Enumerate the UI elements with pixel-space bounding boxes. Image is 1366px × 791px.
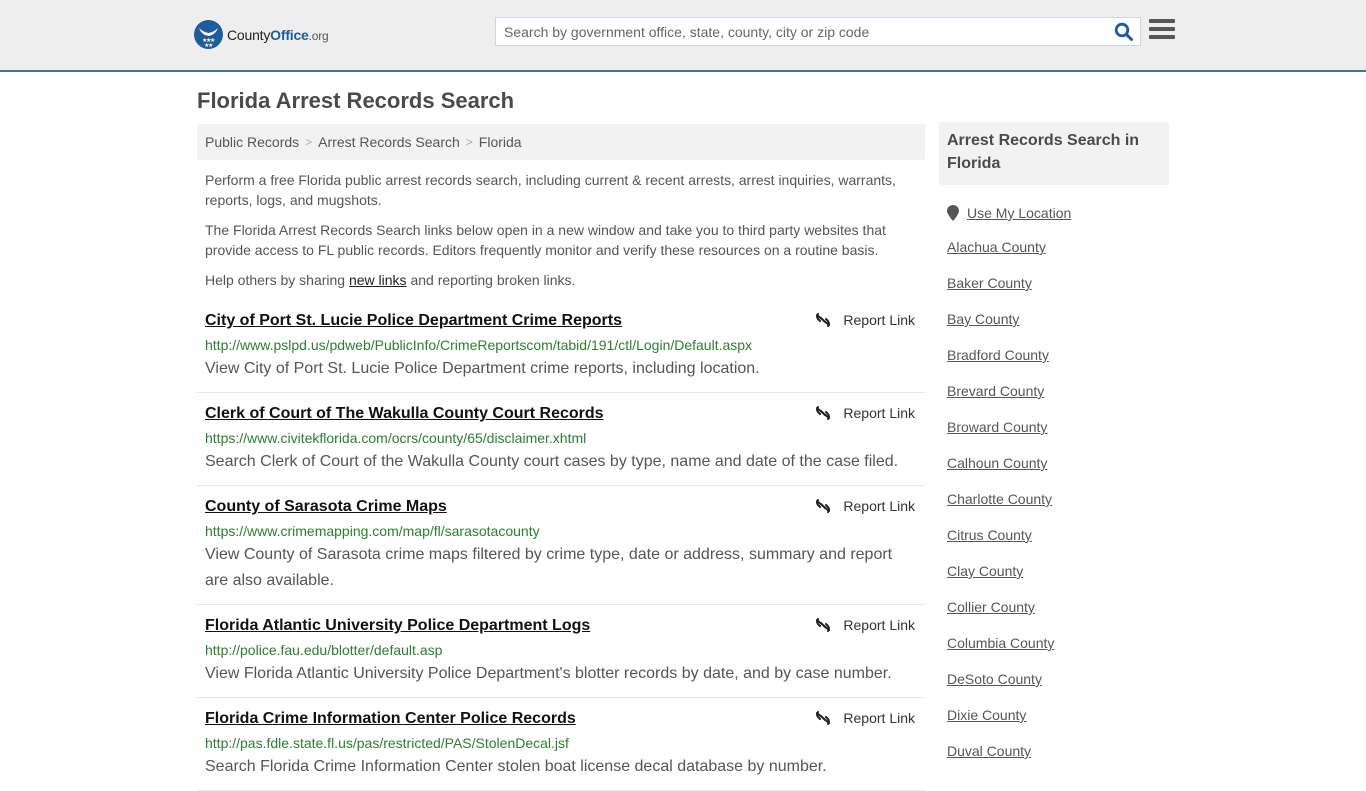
- site-logo[interactable]: ★ ★ ★ ★ ★ CountyOffice.org: [194, 20, 329, 49]
- county-link[interactable]: Baker County: [947, 275, 1169, 295]
- county-link[interactable]: Broward County: [947, 419, 1169, 439]
- breadcrumb-separator: >: [465, 135, 473, 149]
- report-link-button[interactable]: Report Link: [815, 617, 915, 633]
- menu-bar-icon: [1149, 27, 1175, 31]
- intro-p3-prefix: Help others by sharing: [205, 272, 349, 288]
- site-header: ★ ★ ★ ★ ★ CountyOffice.org: [0, 0, 1366, 72]
- use-my-location: Use My Location: [947, 203, 1169, 223]
- county-link[interactable]: Brevard County: [947, 383, 1169, 403]
- search-icon: [1114, 22, 1133, 41]
- county-link[interactable]: Bradford County: [947, 347, 1169, 367]
- county-link[interactable]: Collier County: [947, 599, 1169, 619]
- report-link-button[interactable]: Report Link: [815, 312, 915, 328]
- results-list: City of Port St. Lucie Police Department…: [197, 300, 925, 791]
- logo-office-text: Office: [270, 26, 309, 43]
- county-link[interactable]: Clay County: [947, 563, 1169, 583]
- report-link-label: Report Link: [843, 498, 915, 514]
- report-link-label: Report Link: [843, 405, 915, 421]
- county-link[interactable]: Duval County: [947, 743, 1169, 763]
- sidebar-title: Arrest Records Search in Florida: [939, 122, 1169, 185]
- report-link-button[interactable]: Report Link: [815, 405, 915, 421]
- logo-county-text: County: [227, 26, 271, 43]
- search-button[interactable]: [1108, 18, 1140, 45]
- breadcrumb-public-records[interactable]: Public Records: [205, 134, 299, 150]
- breadcrumb: Public Records > Arrest Records Search >…: [197, 124, 925, 160]
- county-link[interactable]: Columbia County: [947, 635, 1169, 655]
- result-description: View County of Sarasota crime maps filte…: [205, 546, 893, 589]
- result-url[interactable]: https://www.civitekflorida.com/ocrs/coun…: [205, 427, 917, 449]
- result-url[interactable]: http://police.fau.edu/blotter/default.as…: [205, 639, 917, 661]
- breadcrumb-separator: >: [305, 135, 313, 149]
- search-input[interactable]: [496, 18, 1108, 45]
- logo-wordmark: CountyOffice.org: [227, 27, 329, 43]
- county-link[interactable]: Calhoun County: [947, 455, 1169, 475]
- intro-paragraph-3: Help others by sharing new links and rep…: [205, 270, 920, 290]
- menu-bar-icon: [1149, 19, 1175, 23]
- logo-eagle-icon: ★ ★ ★ ★ ★: [194, 20, 223, 49]
- county-link[interactable]: DeSoto County: [947, 671, 1169, 691]
- result-item: Clerk of Court of The Wakulla County Cou…: [197, 393, 925, 486]
- report-link-label: Report Link: [843, 617, 915, 633]
- county-list: Use My Location Alachua County Baker Cou…: [939, 203, 1169, 763]
- result-title-link[interactable]: Florida Atlantic University Police Depar…: [205, 615, 590, 637]
- sidebar: Arrest Records Search in Florida Use My …: [939, 122, 1169, 779]
- result-url[interactable]: http://pas.fdle.state.fl.us/pas/restrict…: [205, 732, 917, 754]
- new-links-link[interactable]: new links: [349, 272, 407, 288]
- broken-link-icon: [816, 406, 831, 420]
- result-item: Florida Atlantic University Police Depar…: [197, 605, 925, 698]
- county-link[interactable]: Charlotte County: [947, 491, 1169, 511]
- intro-p3-suffix: and reporting broken links.: [406, 272, 576, 288]
- hamburger-menu-button[interactable]: [1149, 19, 1175, 43]
- broken-link-icon: [816, 711, 831, 725]
- map-pin-icon: [947, 205, 959, 221]
- breadcrumb-arrest-records-search[interactable]: Arrest Records Search: [318, 134, 460, 150]
- result-item: City of Port St. Lucie Police Department…: [197, 300, 925, 393]
- page-title: Florida Arrest Records Search: [197, 88, 515, 113]
- logo-org-text: .org: [308, 28, 329, 43]
- county-link[interactable]: Alachua County: [947, 239, 1169, 259]
- intro-text: Perform a free Florida public arrest rec…: [205, 170, 920, 300]
- use-my-location-link[interactable]: Use My Location: [967, 205, 1071, 221]
- result-url[interactable]: https://www.crimemapping.com/map/fl/sara…: [205, 520, 917, 542]
- menu-bar-icon: [1149, 35, 1175, 39]
- result-title-link[interactable]: City of Port St. Lucie Police Department…: [205, 310, 622, 332]
- result-item: County of Sarasota Crime Maps Report Lin…: [197, 486, 925, 605]
- county-link[interactable]: Citrus County: [947, 527, 1169, 547]
- report-link-label: Report Link: [843, 312, 915, 328]
- report-link-button[interactable]: Report Link: [815, 498, 915, 514]
- svg-text:★: ★: [208, 42, 213, 49]
- county-link[interactable]: Bay County: [947, 311, 1169, 331]
- intro-paragraph-2: The Florida Arrest Records Search links …: [205, 222, 886, 258]
- result-description: Search Clerk of Court of the Wakulla Cou…: [205, 453, 899, 470]
- result-title-link[interactable]: Clerk of Court of The Wakulla County Cou…: [205, 403, 604, 425]
- broken-link-icon: [816, 313, 831, 327]
- report-link-button[interactable]: Report Link: [815, 710, 915, 726]
- result-item: Florida Crime Information Center Police …: [197, 698, 925, 791]
- result-url[interactable]: http://www.pslpd.us/pdweb/PublicInfo/Cri…: [205, 334, 917, 356]
- report-link-label: Report Link: [843, 710, 915, 726]
- result-title-link[interactable]: County of Sarasota Crime Maps: [205, 496, 447, 518]
- county-link[interactable]: Dixie County: [947, 707, 1169, 727]
- broken-link-icon: [816, 618, 831, 632]
- broken-link-icon: [816, 499, 831, 513]
- result-title-link[interactable]: Florida Crime Information Center Police …: [205, 708, 576, 730]
- breadcrumb-florida[interactable]: Florida: [479, 134, 522, 150]
- result-description: Search Florida Crime Information Center …: [205, 758, 827, 775]
- result-description: View Florida Atlantic University Police …: [205, 665, 892, 682]
- search-bar: [495, 17, 1141, 46]
- result-description: View City of Port St. Lucie Police Depar…: [205, 360, 760, 377]
- intro-paragraph-1: Perform a free Florida public arrest rec…: [205, 172, 896, 208]
